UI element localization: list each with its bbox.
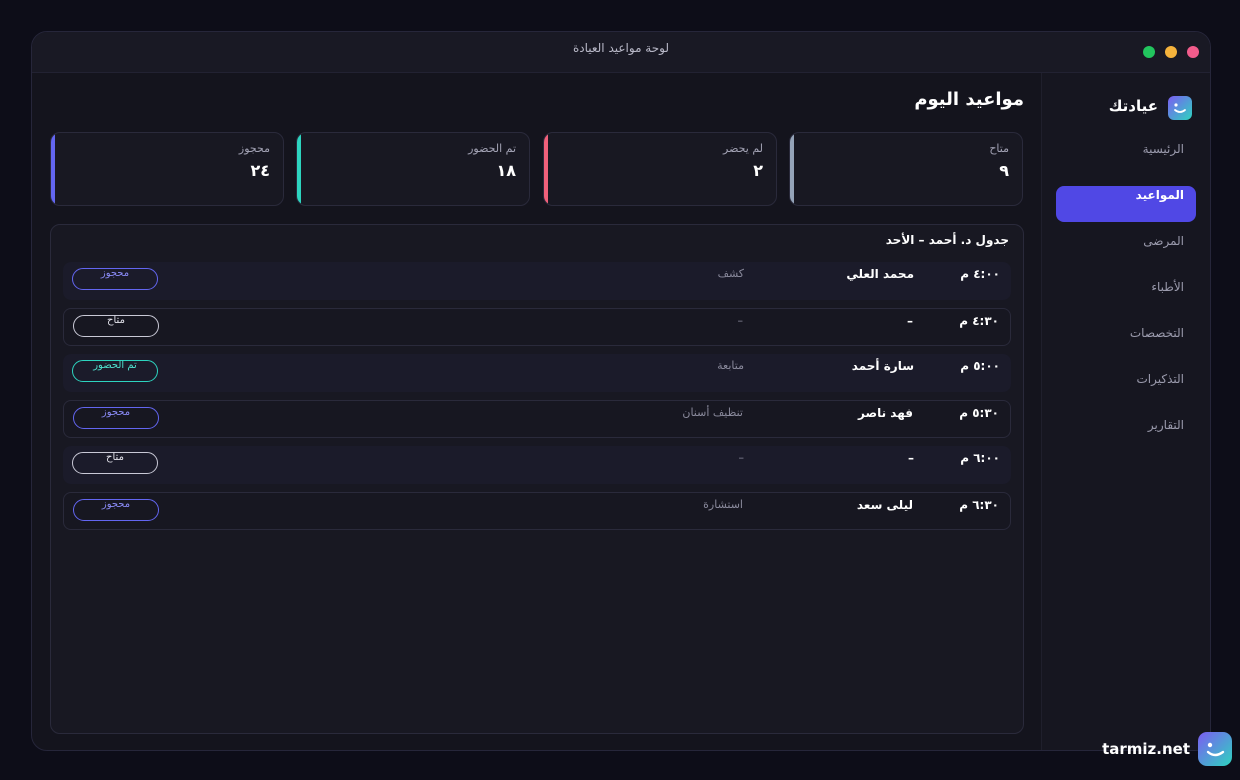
maximize-button[interactable] [1143,46,1155,58]
sidebar-item-label: المواعيد [1135,188,1184,202]
close-button[interactable] [1187,46,1199,58]
sidebar-item-reports[interactable]: التقارير [1056,412,1196,448]
service-type: متابعة [717,359,744,372]
smile-logo-icon[interactable] [1198,732,1232,766]
stat-value: ١٨ [496,161,516,180]
sidebar-item-appointments[interactable]: المواعيد [1056,186,1196,222]
sidebar-item-doctors[interactable]: الأطباء [1056,274,1196,310]
stat-accent-bar [51,133,55,205]
appointment-row[interactable]: ٥:٣٠ م فهد ناصر تنظيف أسنان محجوز [63,400,1011,438]
appointment-time: ٤:٠٠ م [960,267,1000,281]
patient-name: ليلى سعد [856,498,913,512]
appointment-row[interactable]: ٤:٠٠ م محمد العلي كشف محجوز [63,262,1011,300]
status-badge[interactable]: متاح [73,315,159,337]
stat-accent-bar [297,133,301,205]
title-bar: لوحة مواعيد العيادة [32,32,1210,73]
stat-label: تم الحضور [468,142,516,155]
stat-accent-bar [790,133,794,205]
appointment-time: ٦:٣٠ م [959,498,999,512]
status-badge[interactable]: متاح [72,452,158,474]
stat-label: محجوز [238,142,270,155]
footer-brand-text[interactable]: tarmiz.net [1102,740,1190,758]
stat-value: ٢٤ [250,161,270,180]
minimize-button[interactable] [1165,46,1177,58]
brand: عيادتك [1052,96,1192,122]
patient-name: محمد العلي [846,267,914,281]
service-type: – [738,451,745,464]
stat-value: ٢ [753,161,763,180]
sidebar-item-patients[interactable]: المرضى [1056,228,1196,264]
main-content: مواعيد اليوم متاح ٩ لم يحضر ٢ تم الحضور … [50,73,1024,750]
appointment-time: ٥:٠٠ م [960,359,1000,373]
sidebar: عيادتك الرئيسية المواعيد المرضى الأطباء … [1041,73,1210,750]
schedule-panel: جدول د. أحمد – الأحد ٤:٠٠ م محمد العلي ك… [50,224,1024,734]
stat-card-attended: تم الحضور ١٨ [296,132,530,206]
stat-card-no-show: لم يحضر ٢ [543,132,777,206]
appointment-time: ٦:٠٠ م [960,451,1000,465]
appointment-row[interactable]: ٥:٠٠ م سارة أحمد متابعة تم الحضور [63,354,1011,392]
patient-name: فهد ناصر [858,406,913,420]
stat-value: ٩ [999,161,1009,180]
appointment-time: ٥:٣٠ م [959,406,999,420]
appointment-row[interactable]: ٦:٣٠ م ليلى سعد استشارة محجوز [63,492,1011,530]
sidebar-item-label: الأطباء [1151,280,1184,294]
stat-accent-bar [544,133,548,205]
status-badge[interactable]: محجوز [73,499,159,521]
sidebar-item-label: التذكيرات [1136,372,1185,386]
brand-name: عيادتك [1108,97,1158,115]
status-badge[interactable]: محجوز [73,407,159,429]
patient-name: – [907,314,913,328]
status-badge[interactable]: تم الحضور [72,360,158,382]
page-title: مواعيد اليوم [914,89,1024,110]
window-title: لوحة مواعيد العيادة [572,41,670,55]
schedule-title: جدول د. أحمد – الأحد [885,233,1009,247]
sidebar-item-label: التقارير [1147,418,1184,432]
stat-label: متاح [989,142,1009,155]
sidebar-item-label: المرضى [1143,234,1184,248]
sidebar-item-label: الرئيسية [1142,142,1184,156]
status-badge[interactable]: محجوز [72,268,158,290]
stat-card-available: متاح ٩ [789,132,1023,206]
service-type: – [737,314,744,327]
smile-logo-icon [1168,96,1192,120]
appointment-row[interactable]: ٦:٠٠ م – – متاح [63,446,1011,484]
app-window: لوحة مواعيد العيادة عيادتك الرئيسية المو… [31,31,1211,751]
stat-label: لم يحضر [723,142,763,155]
service-type: كشف [717,267,744,280]
patient-name: – [908,451,914,465]
service-type: تنظيف أسنان [682,406,743,419]
service-type: استشارة [703,498,743,511]
patient-name: سارة أحمد [851,359,914,373]
appointment-time: ٤:٣٠ م [959,314,999,328]
appointment-row[interactable]: ٤:٣٠ م – – متاح [63,308,1011,346]
sidebar-item-specialties[interactable]: التخصصات [1056,320,1196,356]
stat-card-booked: محجوز ٢٤ [50,132,284,206]
sidebar-item-label: التخصصات [1129,326,1184,340]
sidebar-item-home[interactable]: الرئيسية [1056,136,1196,172]
sidebar-item-reminders[interactable]: التذكيرات [1056,366,1196,402]
